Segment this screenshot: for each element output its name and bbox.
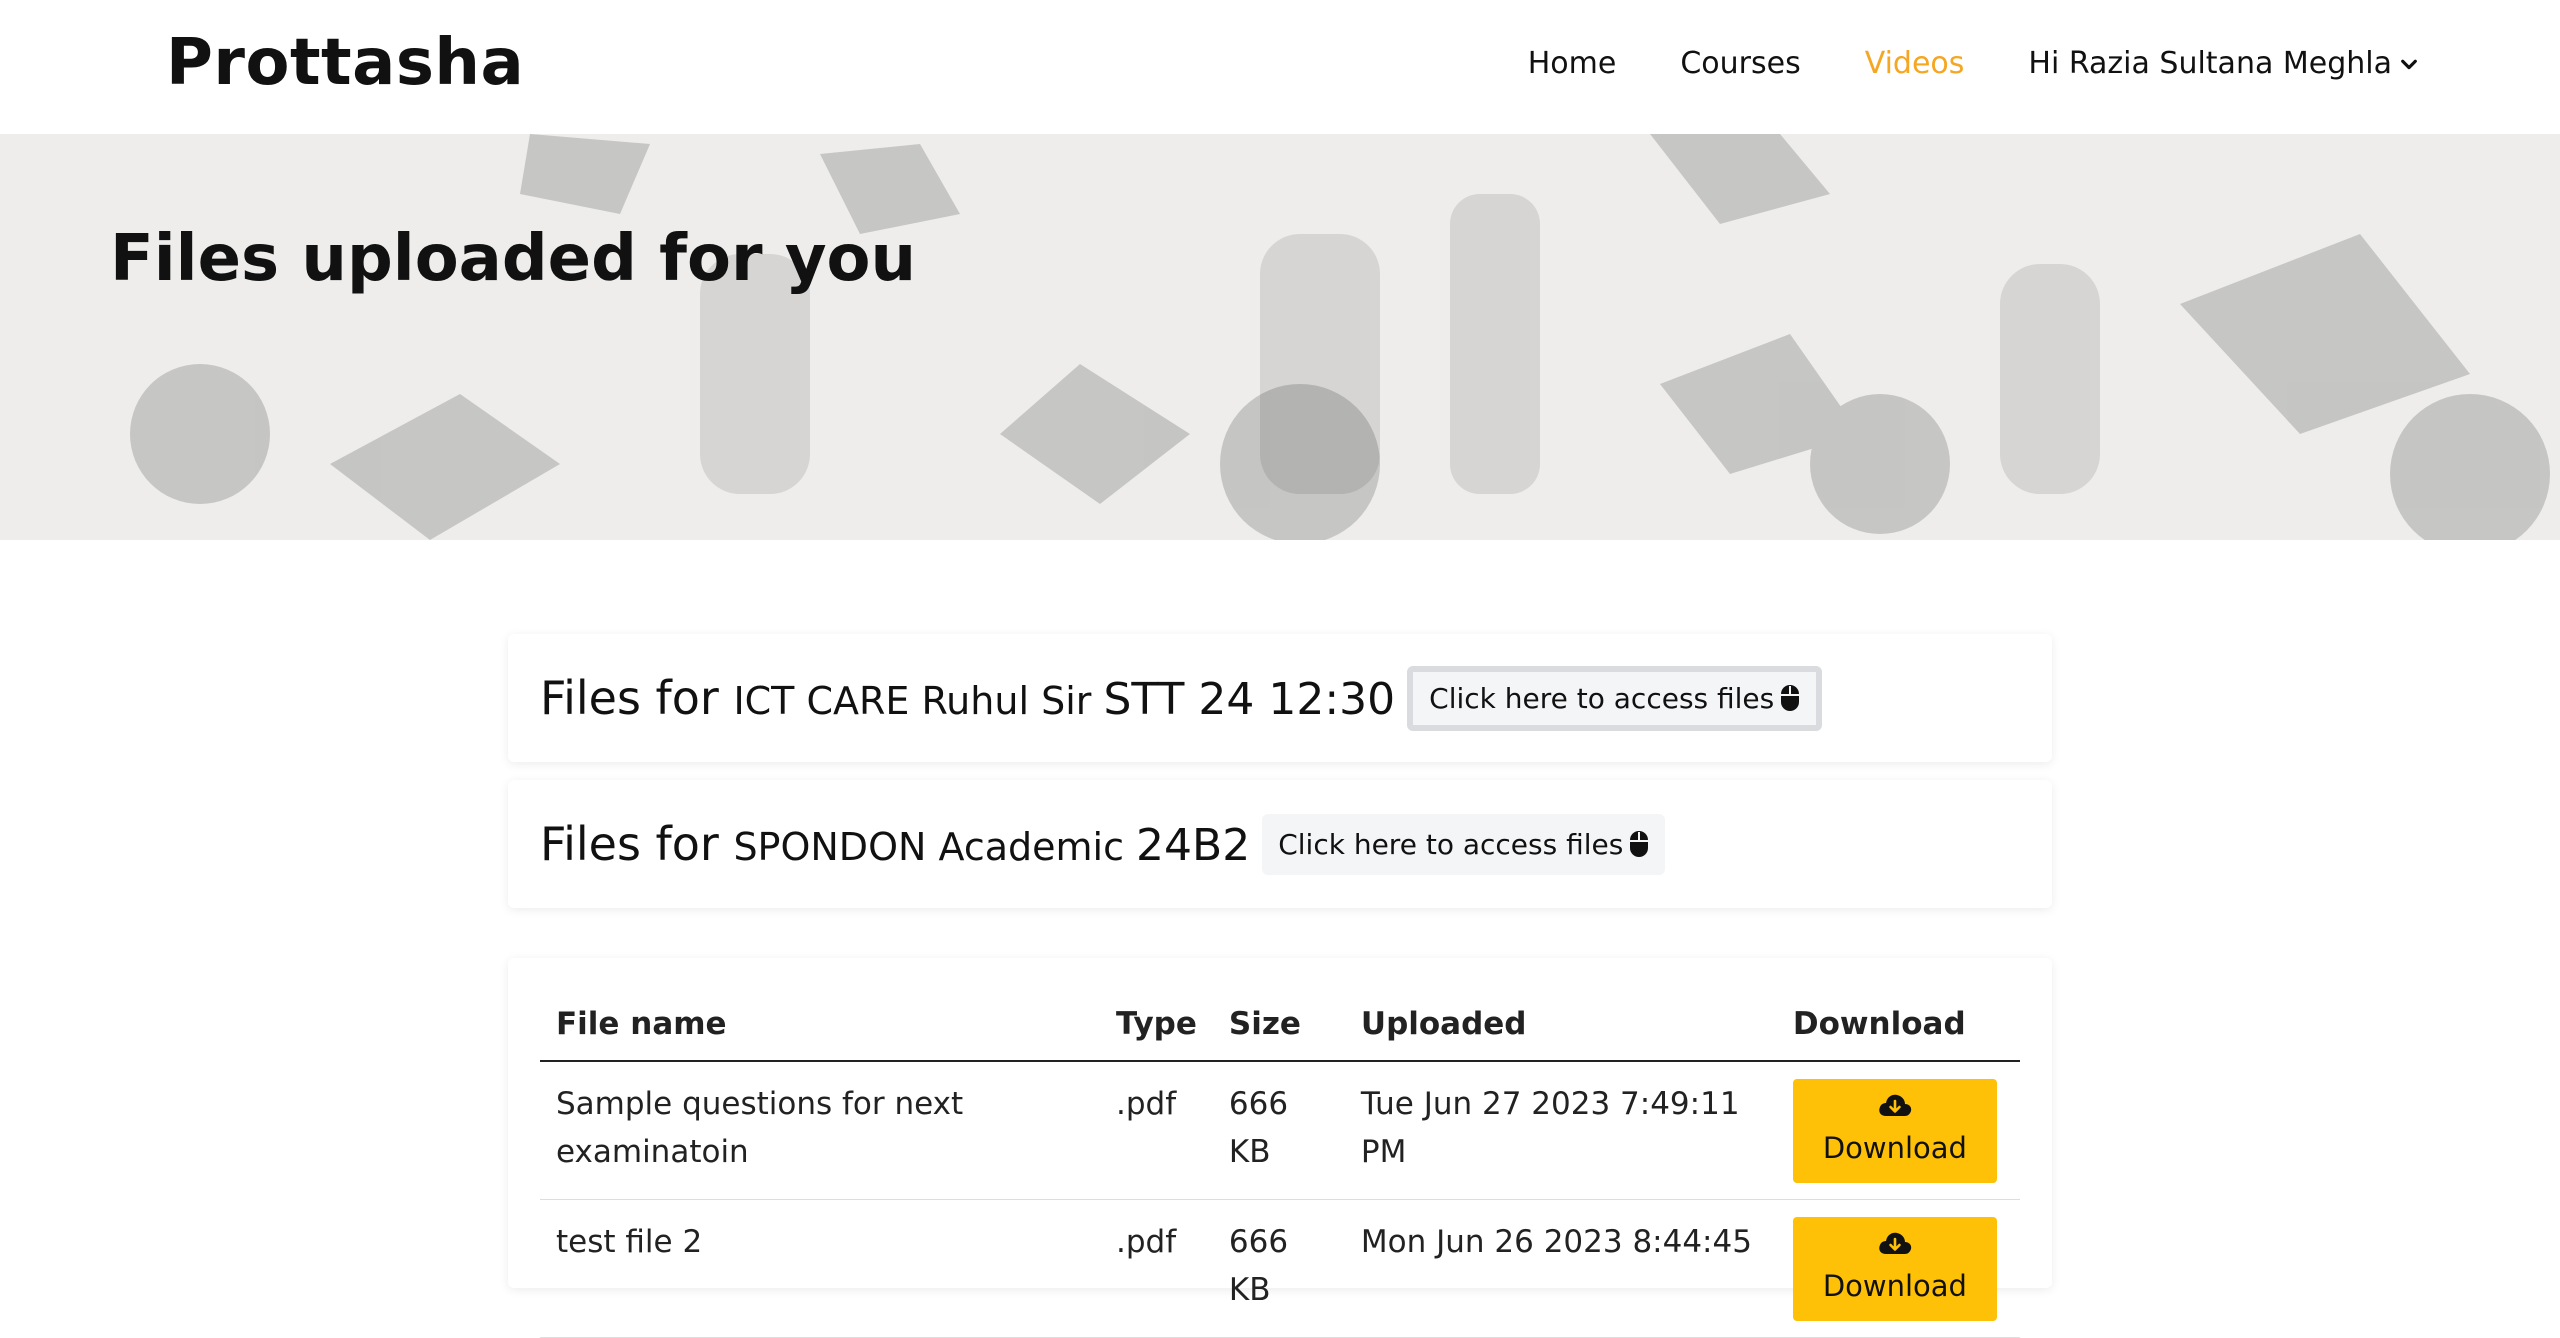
group-name: ICT CARE Ruhul Sir	[733, 679, 1104, 723]
cell-type: .pdf	[1100, 1199, 1213, 1338]
hero-background-image	[0, 134, 2560, 540]
table-row: Sample questions for next examinatoin .p…	[540, 1061, 2020, 1200]
group-batch: 24B2	[1136, 820, 1251, 871]
download-label: Download	[1822, 1269, 1967, 1303]
header-type: Type	[1100, 1006, 1213, 1062]
cloud-download-icon	[1879, 1232, 1912, 1254]
files-table: File name Type Size Uploaded Download Sa…	[540, 1006, 2020, 1338]
chevron-down-icon	[2401, 59, 2417, 69]
access-files-label: Click here to access files	[1429, 681, 1775, 715]
user-menu[interactable]: Hi Razia Sultana Meghla	[2028, 46, 2418, 81]
cell-uploaded: Mon Jun 26 2023 8:44:45	[1344, 1199, 1777, 1338]
cell-size: 666 KB	[1212, 1061, 1345, 1200]
nav-links: Home Courses Videos Hi Razia Sultana Meg…	[1528, 46, 2418, 81]
files-table-card: File name Type Size Uploaded Download Sa…	[508, 958, 2052, 1338]
header-download: Download	[1776, 1006, 2020, 1062]
mouse-icon	[1630, 831, 1649, 857]
cloud-download-icon	[1879, 1094, 1912, 1116]
group-title-prefix: Files for	[540, 671, 734, 725]
header-size: Size	[1212, 1006, 1345, 1062]
download-button[interactable]: Download	[1792, 1217, 1997, 1321]
cell-file-name: test file 2	[540, 1199, 1100, 1338]
cell-size: 666 KB	[1212, 1199, 1345, 1338]
access-files-label: Click here to access files	[1278, 827, 1624, 861]
header-file-name: File name	[540, 1006, 1100, 1062]
group-card: Files for SPONDON Academic 24B2 Click he…	[508, 780, 2052, 908]
group-card: Files for ICT CARE Ruhul Sir STT 24 12:3…	[508, 634, 2052, 762]
cell-file-name: Sample questions for next examinatoin	[540, 1061, 1100, 1200]
access-files-button[interactable]: Click here to access files	[1262, 813, 1666, 875]
download-label: Download	[1822, 1131, 1967, 1165]
table-header-row: File name Type Size Uploaded Download	[540, 1006, 2020, 1062]
header-uploaded: Uploaded	[1344, 1006, 1777, 1062]
navbar: Prottasha Home Courses Videos Hi Razia S…	[0, 0, 2560, 134]
cell-download: Download	[1776, 1199, 2020, 1338]
page-title: Files uploaded for you	[110, 222, 917, 296]
group-title-prefix: Files for	[540, 817, 734, 871]
group-title: Files for ICT CARE Ruhul Sir STT 24 12:3…	[540, 671, 1395, 725]
group-batch: STT 24 12:30	[1103, 674, 1396, 725]
user-greeting: Hi Razia Sultana Meghla	[2028, 46, 2392, 81]
mouse-icon	[1781, 685, 1800, 711]
cell-uploaded: Tue Jun 27 2023 7:49:11 PM	[1344, 1061, 1777, 1200]
group-name: SPONDON Academic	[733, 825, 1137, 869]
brand-logo[interactable]: Prottasha	[166, 26, 524, 100]
access-files-button[interactable]: Click here to access files	[1407, 665, 1823, 731]
table-row: test file 2 .pdf 666 KB Mon Jun 26 2023 …	[540, 1199, 2020, 1338]
cell-type: .pdf	[1100, 1061, 1213, 1200]
download-button[interactable]: Download	[1792, 1079, 1997, 1183]
nav-courses[interactable]: Courses	[1680, 46, 1800, 81]
nav-videos[interactable]: Videos	[1865, 46, 1965, 81]
hero-banner: Files uploaded for you	[0, 134, 2560, 540]
nav-home[interactable]: Home	[1528, 46, 1617, 81]
group-title: Files for SPONDON Academic 24B2	[540, 817, 1250, 871]
cell-download: Download	[1776, 1061, 2020, 1200]
